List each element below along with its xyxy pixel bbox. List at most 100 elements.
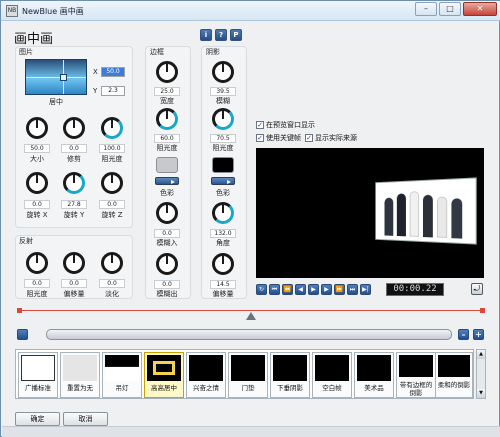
rotate-x-knob[interactable]	[26, 172, 48, 194]
info-button[interactable]: i	[200, 29, 212, 41]
use-keyframes-checkbox[interactable]: ✓ 使用关键帧	[256, 133, 301, 143]
shadow-angle-knob[interactable]	[212, 202, 234, 224]
timeline-scrollbar[interactable]	[46, 329, 452, 340]
show-actual-source-checkbox[interactable]: ✓ 显示实际来源	[305, 133, 357, 143]
shadow-blur-knob[interactable]	[212, 61, 234, 83]
next-keyframe-icon[interactable]: ⏩	[334, 284, 345, 295]
border-opacity-value[interactable]: 60.0	[154, 134, 180, 143]
minimize-button[interactable]: –	[415, 2, 437, 16]
end-keyframe-marker[interactable]	[480, 308, 485, 313]
play-icon[interactable]: ▶	[308, 284, 319, 295]
border-blur-in-knob[interactable]	[156, 202, 178, 224]
border-width-value[interactable]: 25.0	[154, 87, 180, 96]
close-button[interactable]: ✕	[463, 2, 497, 16]
reflection-heading: 反射	[19, 237, 33, 245]
go-to-end-icon[interactable]: ⏭	[347, 284, 358, 295]
border-width-knob[interactable]	[156, 61, 178, 83]
rotate-y-knob[interactable]	[63, 172, 85, 194]
reflection-fade-value[interactable]: 0.0	[99, 279, 125, 288]
y-input[interactable]: 2.3	[101, 86, 125, 96]
zoom-in-button[interactable]: +	[473, 329, 484, 340]
playhead-marker[interactable]	[246, 312, 256, 320]
border-opacity-knob[interactable]	[156, 108, 178, 130]
preset-item[interactable]: 兴奋之情	[186, 352, 226, 398]
shadow-blur-value[interactable]: 39.5	[210, 87, 236, 96]
border-blur-in-label: 模糊入	[156, 239, 178, 247]
picture-opacity-knob[interactable]	[101, 117, 123, 139]
shadow-angle-value[interactable]: 132.0	[210, 229, 236, 238]
ok-button[interactable]: 确定	[15, 412, 60, 426]
crop-value[interactable]: 0.0	[61, 144, 87, 153]
reflection-fade-knob[interactable]	[101, 252, 123, 274]
step-forward-icon[interactable]: ▶	[321, 284, 332, 295]
rotate-y-label: 旋转 Y	[63, 211, 85, 219]
preset-item[interactable]: 空白帧	[312, 352, 352, 398]
play-to-end-icon[interactable]: ▶|	[360, 284, 371, 295]
preset-item[interactable]: 门垫	[228, 352, 268, 398]
preset-item[interactable]: 下垂阴影	[270, 352, 310, 398]
border-color-swatch[interactable]	[156, 157, 178, 173]
window-title: NewBlue 画中画	[22, 7, 84, 16]
border-color-picker-button[interactable]	[155, 177, 179, 185]
step-back-icon[interactable]: ◀	[295, 284, 306, 295]
reflection-offset-value[interactable]: 0.0	[61, 279, 87, 288]
preset-item[interactable]: 广播标准	[18, 352, 58, 398]
keyframe-track[interactable]	[19, 310, 484, 311]
shadow-opacity-value[interactable]: 70.5	[210, 134, 236, 143]
previous-keyframe-icon[interactable]: ⏪	[282, 284, 293, 295]
reflection-opacity-value[interactable]: 0.0	[24, 279, 50, 288]
shadow-color-picker-button[interactable]	[211, 177, 235, 185]
border-blur-out-knob[interactable]	[156, 253, 178, 275]
video-preview[interactable]	[256, 148, 484, 278]
border-blur-in-value[interactable]: 0.0	[154, 229, 180, 238]
position-label: 居中	[49, 98, 63, 106]
preset-item[interactable]: 吊灯	[102, 352, 142, 398]
cancel-button[interactable]: 取消	[63, 412, 108, 426]
crop-knob[interactable]	[63, 117, 85, 139]
check-icon: ✓	[256, 121, 264, 129]
check-icon: ✓	[305, 134, 313, 142]
border-opacity-label: 阻光度	[156, 144, 178, 152]
rotate-x-value[interactable]: 0.0	[24, 200, 50, 209]
scroll-down-icon[interactable]: ▼	[477, 389, 485, 398]
loop-icon[interactable]: ↻	[256, 284, 267, 295]
rotate-z-knob[interactable]	[101, 172, 123, 194]
position-handle[interactable]	[60, 74, 67, 81]
crop-label: 修剪	[67, 155, 81, 163]
preset-item[interactable]: 重置为无	[60, 352, 100, 398]
help-button[interactable]: ?	[215, 29, 227, 41]
shadow-color-swatch[interactable]	[212, 157, 234, 173]
transport-controls: ↻ ⏮ ⏪ ◀ ▶ ▶ ⏩ ⏭ ▶|	[256, 284, 371, 295]
timeline-left-button[interactable]	[17, 329, 28, 340]
size-value[interactable]: 50.0	[24, 144, 50, 153]
preset-button[interactable]: P	[230, 29, 242, 41]
shadow-heading: 阴影	[206, 48, 220, 56]
maximize-button[interactable]: □	[439, 2, 461, 16]
x-input[interactable]: 50.0	[101, 67, 125, 77]
shadow-offset-value[interactable]: 14.5	[210, 280, 236, 289]
preset-item[interactable]: 美术品	[354, 352, 394, 398]
preset-item[interactable]: 带有边框的倒影	[396, 352, 436, 398]
timecode-display: 00:00.22	[386, 283, 444, 296]
status-bar	[2, 426, 500, 437]
scroll-up-icon[interactable]: ▲	[477, 350, 485, 359]
preset-scrollbar[interactable]: ▲ ▼	[476, 349, 486, 399]
show-in-preview-checkbox[interactable]: ✓ 在预览窗口显示	[256, 120, 315, 130]
preset-item[interactable]: 柔和的倒影	[435, 352, 473, 398]
reflection-opacity-knob[interactable]	[26, 252, 48, 274]
picture-opacity-value[interactable]: 100.0	[99, 144, 125, 153]
rotate-z-value[interactable]: 0.0	[99, 200, 125, 209]
border-blur-out-value[interactable]: 0.0	[154, 280, 180, 289]
shadow-opacity-knob[interactable]	[212, 108, 234, 130]
zoom-out-button[interactable]: –	[458, 329, 469, 340]
title-bar: NB NewBlue 画中画 – □ ✕	[1, 1, 500, 21]
preset-item[interactable]: 高高居中	[144, 352, 184, 398]
shadow-offset-knob[interactable]	[212, 253, 234, 275]
position-pad[interactable]	[25, 59, 87, 95]
reset-icon[interactable]: ⤾	[471, 283, 483, 295]
reflection-offset-knob[interactable]	[63, 252, 85, 274]
size-knob[interactable]	[26, 117, 48, 139]
go-to-start-icon[interactable]: ⏮	[269, 284, 280, 295]
rotate-y-value[interactable]: 27.8	[61, 200, 87, 209]
start-keyframe-marker[interactable]	[17, 308, 22, 313]
